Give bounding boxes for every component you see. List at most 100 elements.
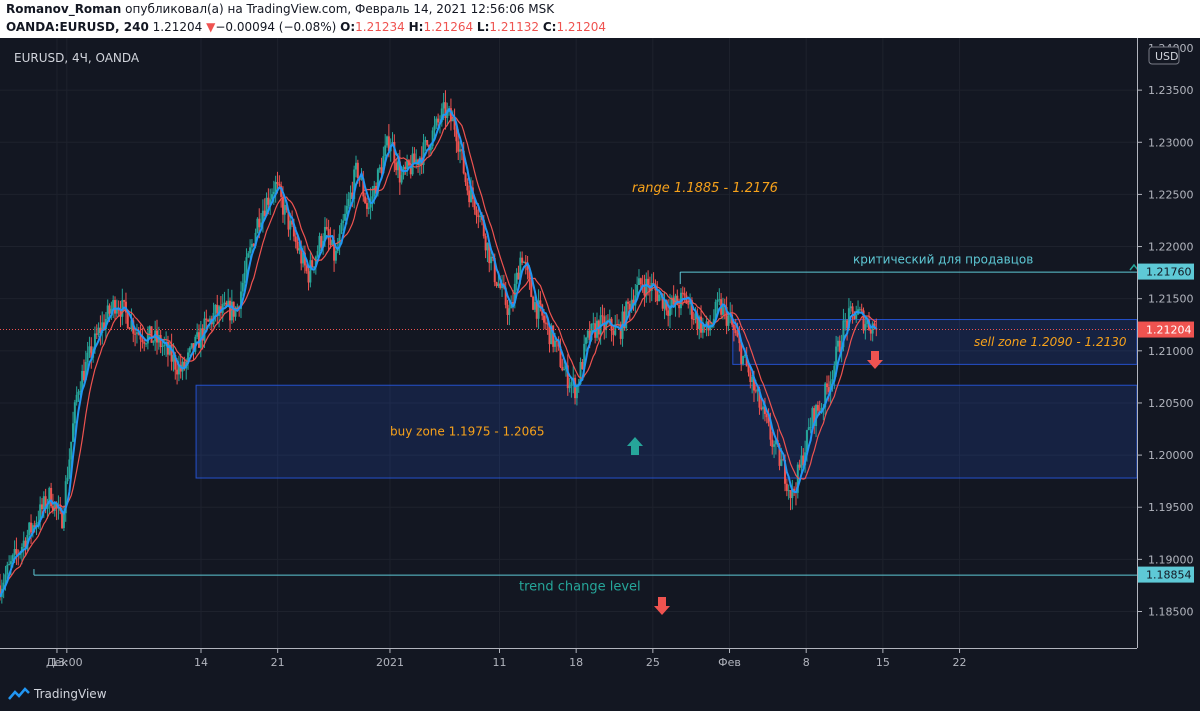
- candle-body: [28, 522, 31, 536]
- x-tick-label: Фев: [718, 656, 741, 669]
- x-tick-label: 25: [646, 656, 660, 669]
- candle-body: [181, 361, 184, 372]
- candle-body: [855, 314, 858, 319]
- x-tick-label: 11: [492, 656, 506, 669]
- candle-body: [283, 204, 286, 215]
- candle-body: [289, 220, 292, 230]
- candle-body: [294, 236, 297, 242]
- trend-price-text: 1.18854: [1146, 569, 1192, 582]
- candle-body: [6, 564, 9, 575]
- candle-body: [378, 167, 381, 170]
- candle-body: [309, 260, 312, 283]
- candle-body: [751, 376, 754, 383]
- close-label: C:: [542, 20, 557, 34]
- high-value: 1.21264: [423, 20, 474, 34]
- tradingview-logo[interactable]: TradingView: [8, 687, 107, 701]
- candle-body: [62, 513, 65, 529]
- y-tick-label: 1.20500: [1148, 397, 1194, 410]
- candle-body: [760, 407, 763, 410]
- candle-body: [543, 315, 546, 323]
- candle-body: [497, 283, 500, 286]
- candle-body: [97, 327, 100, 335]
- x-tick-label: 18: [569, 656, 583, 669]
- candle-body: [700, 316, 703, 333]
- candle-body: [207, 319, 210, 322]
- candle-body: [223, 302, 226, 305]
- candle-body: [281, 196, 284, 215]
- candle-body: [553, 340, 556, 347]
- y-tick-label: 1.21500: [1148, 293, 1194, 306]
- candle-body: [484, 236, 487, 251]
- author-name[interactable]: Romanov_Roman: [6, 2, 121, 16]
- x-tick-label: 22: [953, 656, 967, 669]
- candle-body: [8, 563, 11, 565]
- candle-body: [95, 333, 98, 335]
- candle-body: [575, 385, 578, 399]
- candle-body: [581, 361, 584, 370]
- symbol-info: OANDA:EURUSD, 240: [6, 20, 149, 34]
- candle-body: [639, 278, 642, 285]
- candle-body: [296, 241, 299, 251]
- candle-body: [435, 118, 438, 126]
- candle-body: [68, 459, 71, 478]
- critical-level-label: критический для продавцов: [853, 253, 1033, 267]
- candle-body: [627, 301, 630, 304]
- candle-body: [424, 140, 427, 143]
- candle-body: [807, 427, 810, 431]
- candle-body: [258, 218, 261, 228]
- candle-body: [66, 477, 69, 482]
- sell-zone-label: sell zone 1.2090 - 1.2130: [974, 335, 1127, 349]
- candle-body: [152, 341, 155, 343]
- candle-body: [506, 304, 509, 315]
- trend-level-label: trend change level: [519, 580, 641, 595]
- y-tick-label: 1.22500: [1148, 188, 1194, 201]
- candle-body: [727, 315, 730, 326]
- candle-body: [9, 561, 12, 564]
- candle-body: [798, 464, 801, 468]
- candle-body: [568, 385, 571, 389]
- candle-body: [13, 548, 16, 555]
- candle-body: [869, 329, 872, 334]
- y-tick-label: 1.18500: [1148, 606, 1194, 619]
- candle-body: [521, 257, 524, 263]
- candle-body: [809, 426, 812, 428]
- candle-body: [395, 162, 398, 171]
- candle-body: [687, 303, 690, 305]
- x-tick-label: 8: [803, 656, 810, 669]
- candle-body: [400, 175, 403, 183]
- current-price-text: 1.21204: [1146, 324, 1192, 337]
- candle-body: [190, 343, 193, 348]
- candle-body: [544, 322, 547, 324]
- candle-body: [800, 455, 803, 468]
- candle-body: [143, 342, 146, 344]
- candle-body: [592, 323, 595, 325]
- range-label: range 1.1885 - 1.2176: [632, 181, 778, 196]
- candle-body: [344, 213, 347, 221]
- last-price: 1.21204: [152, 20, 203, 34]
- currency-label: USD: [1155, 50, 1179, 63]
- candle-body: [601, 315, 604, 317]
- candle-body: [404, 166, 407, 170]
- candle-body: [479, 215, 482, 218]
- candle-body: [570, 382, 573, 386]
- candle-body: [780, 459, 783, 466]
- candle-body: [364, 196, 367, 204]
- candle-body: [785, 483, 788, 491]
- candle-body: [459, 149, 462, 152]
- candle-body: [354, 162, 357, 170]
- candle-body: [230, 301, 233, 321]
- candle-body: [371, 196, 374, 199]
- candle-body: [114, 300, 117, 314]
- candle-body: [490, 256, 493, 264]
- price-chart[interactable]: EURUSD, 4Ч, OANDA range 1.1885 - 1.2176 …: [0, 38, 1200, 681]
- y-tick-label: 1.21000: [1148, 345, 1194, 358]
- candle-body: [762, 406, 765, 410]
- open-value: 1.21234: [355, 20, 405, 34]
- change-down-icon: ▼: [206, 20, 216, 34]
- candle-body: [70, 441, 73, 460]
- candle-body: [468, 190, 471, 203]
- candle-body: [386, 136, 389, 146]
- candle-body: [477, 215, 480, 218]
- candle-body: [373, 185, 376, 197]
- candle-body: [243, 272, 246, 283]
